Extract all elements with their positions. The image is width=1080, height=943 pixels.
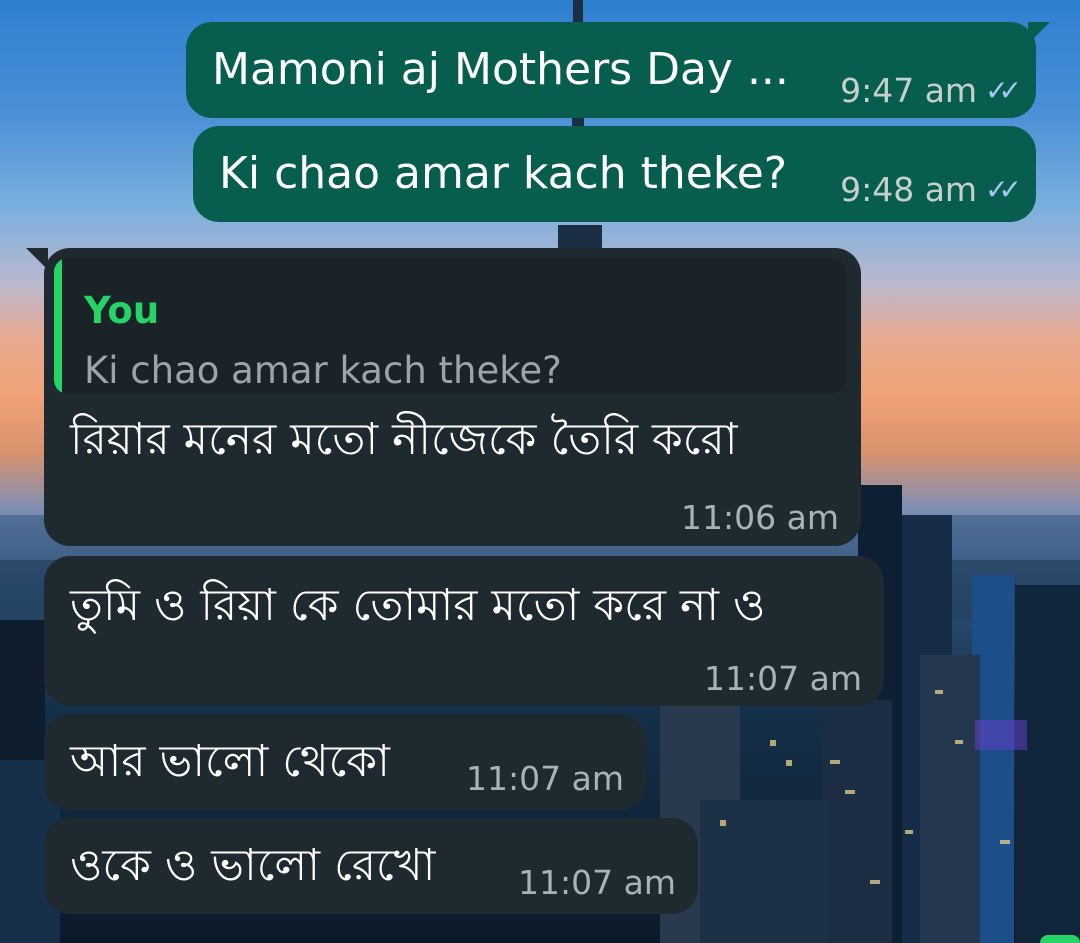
quoted-reply[interactable]: You Ki chao amar kach theke?	[54, 258, 846, 394]
message-text: Mamoni aj Mothers Day ...	[212, 44, 789, 95]
message-time: 11:07 am	[466, 759, 624, 798]
bubble-tail	[26, 248, 48, 270]
message-meta: 9:47 am ✓✓	[840, 71, 1022, 110]
quote-text: Ki chao amar kach theke?	[84, 349, 562, 392]
incoming-message-bubble[interactable]: তুমি ও রিয়া কে তোমার মতো করে না ও 11:07…	[44, 556, 884, 706]
message-time: 9:47 am	[840, 71, 978, 110]
double-check-icon: ✓✓	[985, 173, 1022, 206]
message-text: Ki chao amar kach theke?	[219, 148, 788, 199]
message-meta: 9:48 am ✓✓	[840, 170, 1022, 209]
message-text: ওকে ও ভালো রেখো	[70, 840, 436, 891]
message-time: 11:07 am	[518, 863, 676, 902]
quote-sender: You	[84, 289, 160, 332]
message-time: 11:07 am	[704, 659, 862, 698]
message-text: আর ভালো থেকো	[70, 736, 390, 787]
outgoing-message-bubble[interactable]: Mamoni aj Mothers Day ... 9:47 am ✓✓	[186, 22, 1050, 118]
incoming-message-bubble[interactable]: You Ki chao amar kach theke? রিয়ার মনের…	[26, 248, 861, 546]
incoming-message-bubble[interactable]: আর ভালো থেকো 11:07 am	[44, 714, 646, 810]
outgoing-message-bubble[interactable]: Ki chao amar kach theke? 9:48 am ✓✓	[193, 126, 1036, 222]
message-text: রিয়ার মনের মতো নীজেকে তৈরি করো	[70, 414, 738, 465]
quote-accent-bar	[54, 258, 62, 394]
bubble-tail	[1028, 22, 1050, 44]
message-text: তুমি ও রিয়া কে তোমার মতো করে না ও	[70, 580, 766, 631]
incoming-message-bubble[interactable]: ওকে ও ভালো রেখো 11:07 am	[44, 818, 698, 914]
scroll-down-button[interactable]	[1040, 935, 1080, 943]
message-time: 9:48 am	[840, 170, 978, 209]
message-time: 11:06 am	[681, 498, 839, 537]
double-check-icon: ✓✓	[985, 74, 1022, 107]
